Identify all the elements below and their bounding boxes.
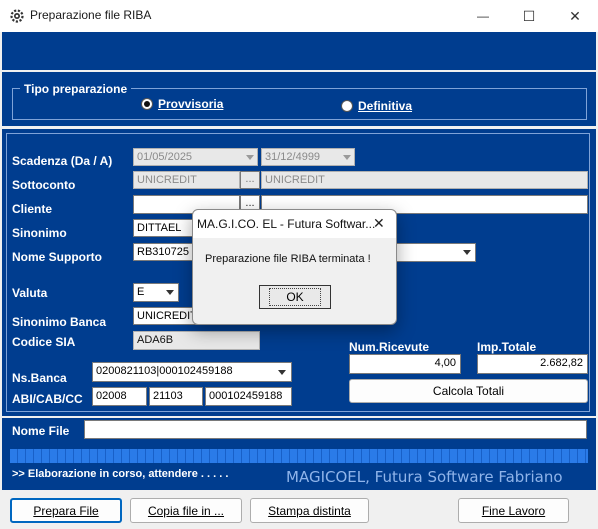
fine-lavoro-label: Fine Lavoro xyxy=(481,503,546,518)
close-button[interactable]: ✕ xyxy=(552,0,598,32)
sinonimo-label: Sinonimo xyxy=(12,226,67,240)
progress-bar xyxy=(10,449,588,463)
prepara-file-button[interactable]: Prepara File xyxy=(10,498,122,523)
minimize-icon: — xyxy=(477,9,489,23)
num-ricevute-label: Num.Ricevute xyxy=(349,340,430,354)
calcola-totali-button[interactable]: Calcola Totali xyxy=(349,379,588,403)
stampa-distinta-label: Stampa distinta xyxy=(268,503,351,518)
window-title: Preparazione file RIBA xyxy=(30,8,152,22)
supporto-format-select[interactable] xyxy=(396,243,476,262)
fine-lavoro-button[interactable]: Fine Lavoro xyxy=(458,498,569,523)
radio-definitiva-label[interactable]: Definitiva xyxy=(358,99,412,113)
sottoconto-label: Sottoconto xyxy=(12,178,76,192)
chevron-down-icon xyxy=(278,370,286,375)
chevron-down-icon xyxy=(343,155,351,160)
copia-file-label: Copia file in ... xyxy=(147,503,225,518)
radio-provvisoria-label[interactable]: Provvisoria xyxy=(158,97,223,111)
radio-definitiva[interactable] xyxy=(341,100,353,112)
nsbanca-select[interactable]: 0200821103|000102459188 xyxy=(92,362,292,382)
progress-fill xyxy=(10,449,588,463)
close-icon: ✕ xyxy=(569,7,581,24)
cliente-label: Cliente xyxy=(12,202,53,216)
gear-icon[interactable] xyxy=(9,8,25,24)
imp-totale-field[interactable]: 2.682,82 xyxy=(477,354,588,374)
status-text: >> Elaborazione in corso, attendere . . … xyxy=(12,468,229,480)
cc-field[interactable]: 000102459188 xyxy=(205,387,292,406)
chevron-down-icon xyxy=(166,290,174,295)
nome-file-field[interactable] xyxy=(84,420,587,439)
header-band xyxy=(2,32,596,70)
message-dialog: MA.G.I.CO. EL - Futura Softwar... ✕ Prep… xyxy=(192,209,397,325)
maximize-icon: ☐ xyxy=(522,7,536,24)
sottoconto-desc-field[interactable]: UNICREDIT xyxy=(261,171,588,189)
prepara-file-label: Prepara File xyxy=(33,503,99,518)
nsbanca-value: 0200821103|000102459188 xyxy=(96,365,233,377)
cab-field[interactable]: 21103 xyxy=(149,387,203,406)
imp-totale-label: Imp.Totale xyxy=(477,340,537,354)
nsbanca-label: Ns.Banca xyxy=(12,371,67,385)
maximize-button[interactable]: ☐ xyxy=(506,0,552,32)
abi-field[interactable]: 02008 xyxy=(92,387,147,406)
minimize-button[interactable]: — xyxy=(460,0,506,32)
valuta-label: Valuta xyxy=(12,286,48,300)
sinonimo-banca-label: Sinonimo Banca xyxy=(12,315,107,329)
chevron-down-icon xyxy=(246,155,254,160)
sottoconto-lookup-button[interactable]: ... xyxy=(240,171,260,189)
chevron-down-icon xyxy=(463,250,471,255)
radio-provvisoria[interactable] xyxy=(141,98,153,110)
abi-cab-cc-label: ABI/CAB/CC xyxy=(12,392,83,406)
valuta-select[interactable]: E xyxy=(133,283,179,302)
copia-file-button[interactable]: Copia file in ... xyxy=(130,498,242,523)
brand-text: MAGICOEL, Futura Software Fabriano xyxy=(286,468,563,486)
dialog-close-icon[interactable]: ✕ xyxy=(373,215,385,232)
scadenza-da-select[interactable]: 01/05/2025 xyxy=(133,148,258,166)
codice-sia-field[interactable]: ADA6B xyxy=(133,331,260,350)
scadenza-a-select[interactable]: 31/12/4999 xyxy=(261,148,355,166)
tipo-legend: Tipo preparazione xyxy=(20,82,132,96)
num-ricevute-field[interactable]: 4,00 xyxy=(349,354,461,374)
sottoconto-code-field[interactable]: UNICREDIT xyxy=(133,171,240,189)
ok-button[interactable]: OK xyxy=(259,285,331,309)
valuta-value: E xyxy=(137,286,145,298)
ok-label: OK xyxy=(269,288,321,306)
codice-sia-label: Codice SIA xyxy=(12,335,76,349)
stampa-distinta-button[interactable]: Stampa distinta xyxy=(250,498,369,523)
scadenza-da-value: 01/05/2025 xyxy=(137,151,193,163)
scadenza-a-value: 31/12/4999 xyxy=(265,151,321,163)
scadenza-label: Scadenza (Da / A) xyxy=(12,154,113,168)
dialog-message: Preparazione file RIBA terminata ! xyxy=(205,253,371,265)
dialog-title: MA.G.I.CO. EL - Futura Softwar... xyxy=(197,217,376,231)
nome-file-label: Nome File xyxy=(12,424,70,438)
nome-supporto-label: Nome Supporto xyxy=(12,250,102,264)
